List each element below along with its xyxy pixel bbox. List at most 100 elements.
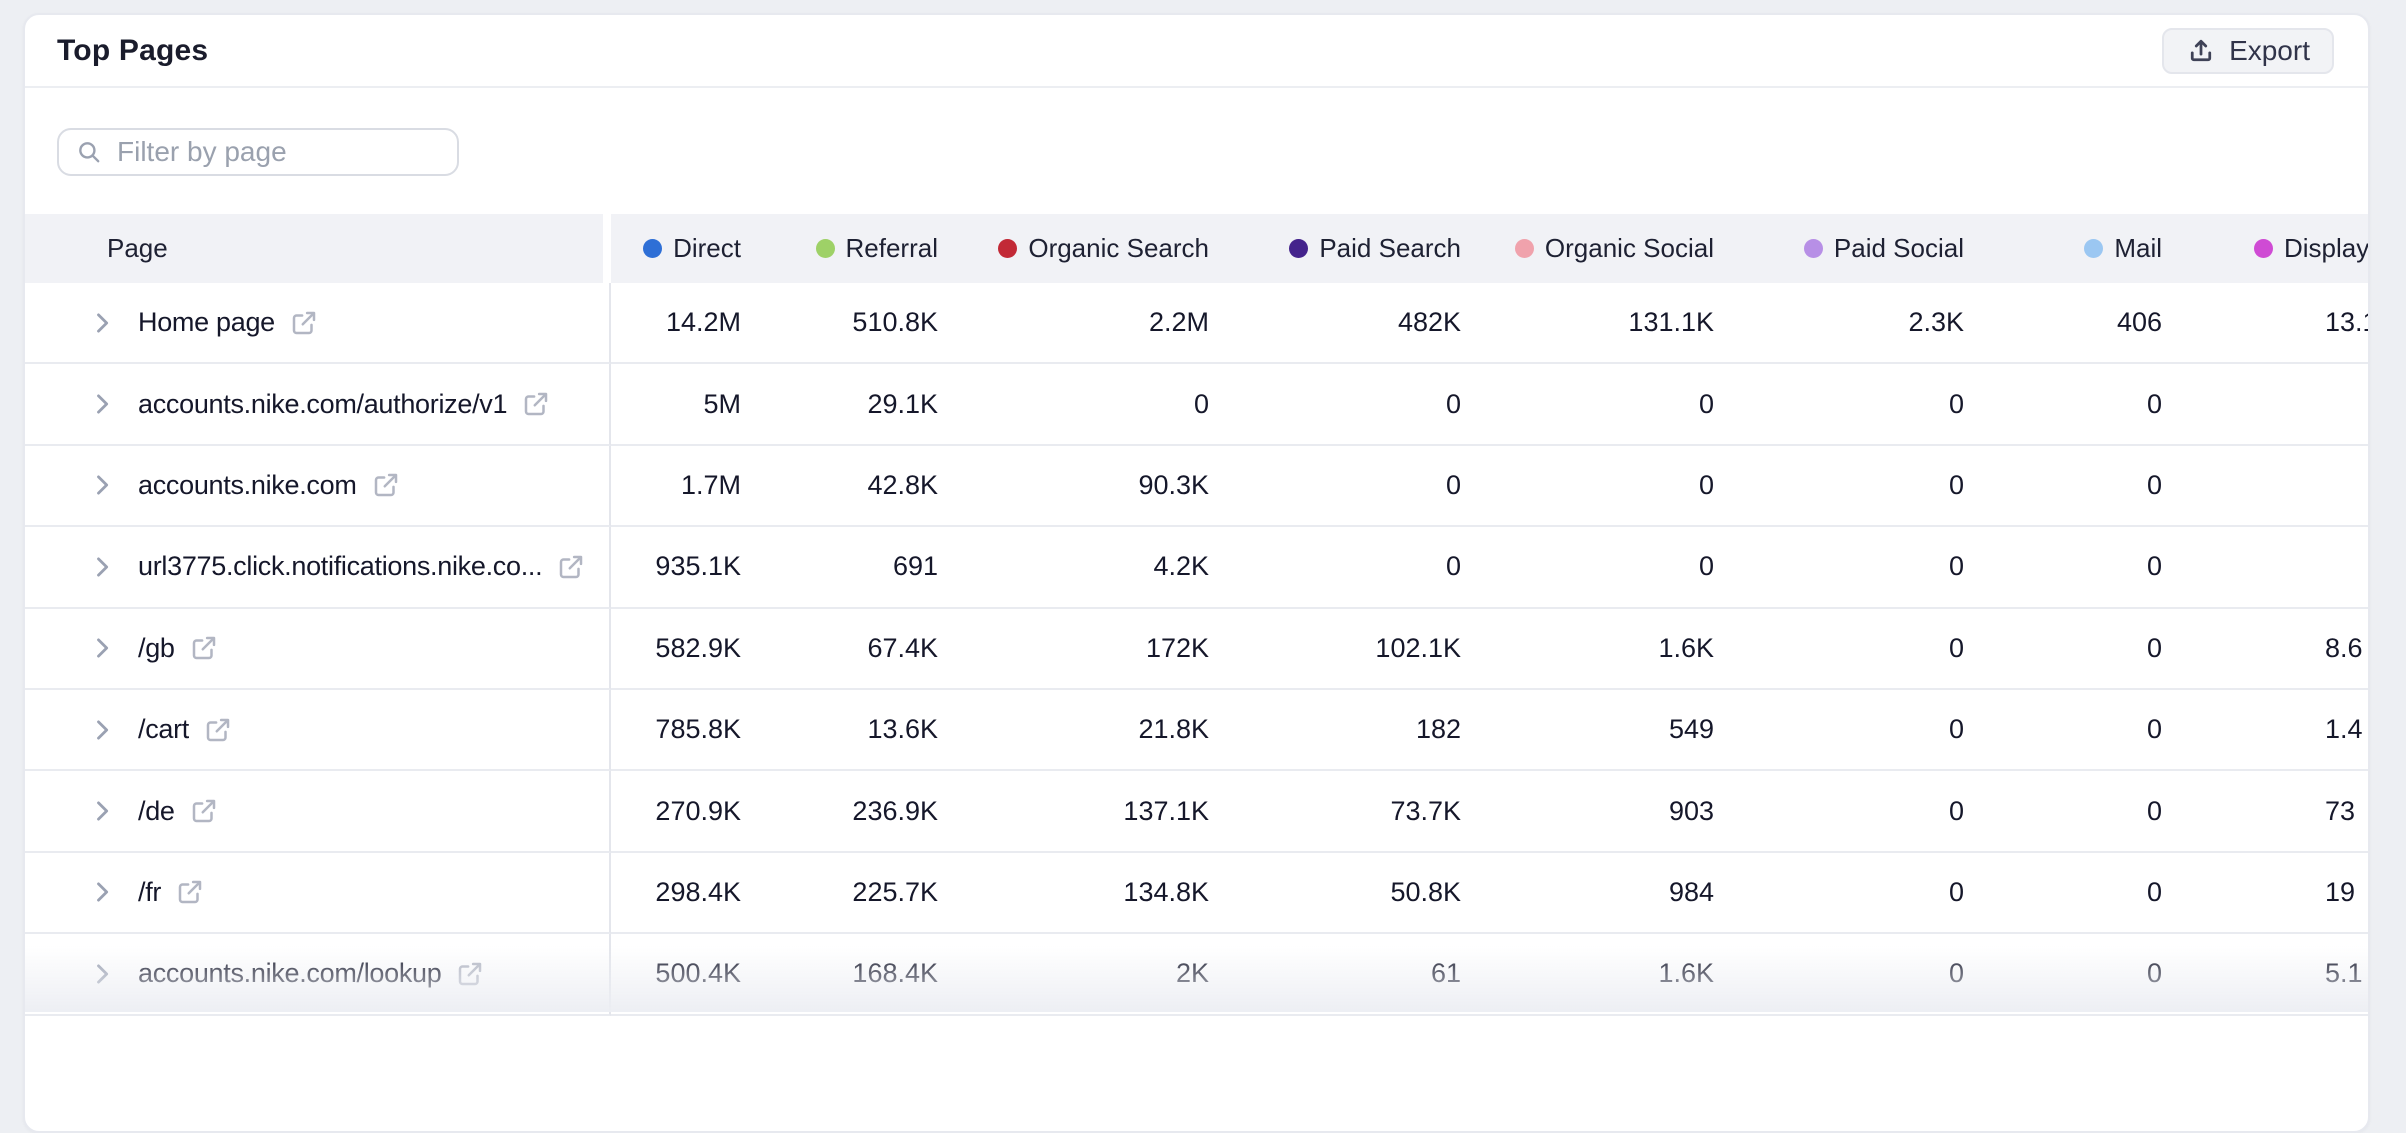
value-cell: 0 — [1714, 609, 1964, 688]
channel-label: Display Ads — [2284, 233, 2368, 264]
chevron-right-icon[interactable] — [88, 471, 116, 499]
table-row[interactable]: url3775.click.notifications.nike.co... — [25, 527, 611, 608]
table-row[interactable]: accounts.nike.com — [25, 446, 611, 527]
value-cell: 182 — [1209, 690, 1461, 769]
value-cell: 0 — [1964, 771, 2162, 850]
value-cell: 1.6K — [1461, 934, 1714, 1013]
value-cell: 935.1K — [611, 527, 741, 606]
search-icon — [76, 139, 102, 165]
external-link-icon[interactable] — [556, 552, 586, 582]
channel-scroll-area[interactable]: Direct Referral Organic Search Paid Sear… — [611, 214, 2368, 1016]
value-cell: 2.2M — [938, 283, 1209, 362]
channel-column-header: Mail — [1964, 214, 2162, 283]
top-pages-card: Top Pages Export Page Home page — [23, 13, 2370, 1133]
value-cell: 0 — [1714, 690, 1964, 769]
chevron-right-icon[interactable] — [88, 390, 116, 418]
page-name: accounts.nike.com/authorize/v1 — [138, 389, 507, 420]
value-cell: 42.8K — [741, 446, 938, 525]
external-link-icon[interactable] — [203, 715, 233, 745]
value-cell: 0 — [1714, 527, 1964, 606]
table-row[interactable]: accounts.nike.com/lookup — [25, 934, 611, 1015]
table-row[interactable]: /fr — [25, 853, 611, 934]
value-cell: 1.6K — [1461, 609, 1714, 688]
value-cell: 0 — [1964, 364, 2162, 443]
value-cell: 5.1 — [2162, 934, 2368, 1013]
value-cell: 90.3K — [938, 446, 1209, 525]
value-cell: 0 — [1714, 853, 1964, 932]
table-row-values: 500.4K168.4K2K611.6K005.1 — [611, 934, 2368, 1015]
table-row-values: 935.1K6914.2K0000 — [611, 527, 2368, 608]
channel-label: Organic Search — [1028, 233, 1209, 264]
value-cell: 29.1K — [741, 364, 938, 443]
value-cell: 21.8K — [938, 690, 1209, 769]
chevron-right-icon[interactable] — [88, 716, 116, 744]
value-cell: 298.4K — [611, 853, 741, 932]
value-cell: 0 — [1209, 527, 1461, 606]
channel-column-header: Display Ads — [2162, 214, 2368, 283]
channel-column-header: Paid Social — [1714, 214, 1964, 283]
page-rows-container: Home page accounts.nike.com/authorize/v1… — [25, 283, 611, 1016]
table-row[interactable]: /gb — [25, 609, 611, 690]
filter-input[interactable] — [59, 130, 457, 174]
value-cell: 0 — [1964, 446, 2162, 525]
value-cell: 482K — [1209, 283, 1461, 362]
value-cell: 168.4K — [741, 934, 938, 1013]
table-row[interactable]: /cart — [25, 690, 611, 771]
value-cell: 2.3K — [1714, 283, 1964, 362]
value-cell — [2162, 527, 2368, 606]
chevron-right-icon[interactable] — [88, 878, 116, 906]
external-link-icon[interactable] — [175, 877, 205, 907]
external-link-icon[interactable] — [455, 959, 485, 989]
page-name: Home page — [138, 307, 275, 338]
table-row-values: 582.9K67.4K172K102.1K1.6K008.6 — [611, 609, 2368, 690]
value-cell: 0 — [1209, 446, 1461, 525]
channel-dot — [643, 239, 662, 258]
value-cell: 0 — [1714, 934, 1964, 1013]
value-cell: 0 — [1714, 364, 1964, 443]
value-cell: 0 — [1461, 446, 1714, 525]
card-header: Top Pages Export — [25, 15, 2368, 88]
chevron-right-icon[interactable] — [88, 960, 116, 988]
filter-input-wrapper — [57, 128, 459, 176]
export-button-label: Export — [2229, 35, 2310, 67]
export-button[interactable]: Export — [2162, 28, 2334, 74]
value-cell: 785.8K — [611, 690, 741, 769]
value-cell: 0 — [1461, 527, 1714, 606]
external-link-icon[interactable] — [189, 796, 219, 826]
channel-label: Paid Search — [1319, 233, 1461, 264]
table-row[interactable]: /de — [25, 771, 611, 852]
channel-dot — [998, 239, 1017, 258]
page-column-header: Page — [25, 214, 611, 283]
channel-column-header: Direct — [611, 214, 741, 283]
external-link-icon[interactable] — [289, 308, 319, 338]
table-row[interactable]: Home page — [25, 283, 611, 364]
page-name: accounts.nike.com — [138, 470, 357, 501]
value-cell: 0 — [1964, 934, 2162, 1013]
value-cell: 61 — [1209, 934, 1461, 1013]
external-link-icon[interactable] — [371, 470, 401, 500]
table-row-values: 5M29.1K00000 — [611, 364, 2368, 445]
table-row-values: 785.8K13.6K21.8K182549001.4 — [611, 690, 2368, 771]
page-name: /fr — [138, 877, 161, 908]
channel-column-header: Organic Social — [1461, 214, 1714, 283]
value-cell: 406 — [1964, 283, 2162, 362]
channel-label: Organic Social — [1545, 233, 1714, 264]
channel-dot — [2254, 239, 2273, 258]
external-link-icon[interactable] — [189, 633, 219, 663]
value-cell: 510.8K — [741, 283, 938, 362]
value-cell: 236.9K — [741, 771, 938, 850]
channel-column-header: Organic Search — [938, 214, 1209, 283]
table-row[interactable]: accounts.nike.com/authorize/v1 — [25, 364, 611, 445]
value-cell: 13.1 — [2162, 283, 2368, 362]
chevron-right-icon[interactable] — [88, 797, 116, 825]
chevron-right-icon[interactable] — [88, 309, 116, 337]
chevron-right-icon[interactable] — [88, 553, 116, 581]
value-cell: 73.7K — [1209, 771, 1461, 850]
channel-label: Direct — [673, 233, 741, 264]
external-link-icon[interactable] — [521, 389, 551, 419]
value-cell: 691 — [741, 527, 938, 606]
top-pages-table: Page Home page accounts.nike.com/authori… — [25, 214, 2368, 1016]
chevron-right-icon[interactable] — [88, 634, 116, 662]
value-cell: 225.7K — [741, 853, 938, 932]
value-cell: 19 — [2162, 853, 2368, 932]
